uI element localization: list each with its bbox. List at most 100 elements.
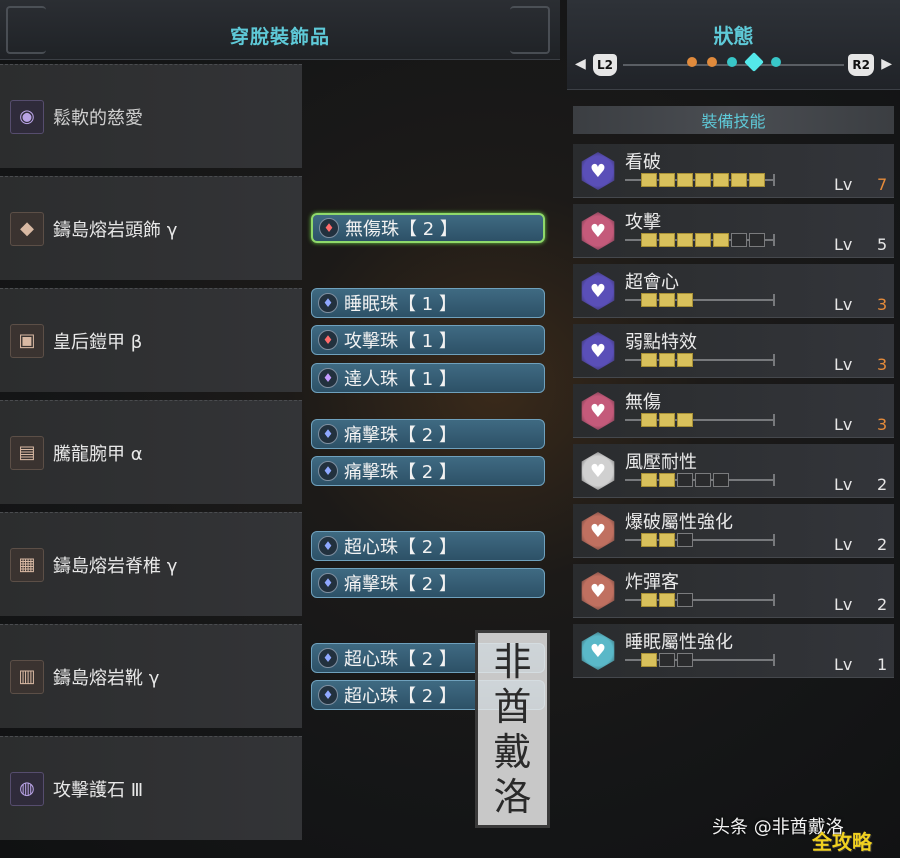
filled-pip bbox=[695, 173, 711, 187]
decoration-name: 痛擊珠【 2 】 bbox=[344, 425, 457, 446]
level-label: Lv bbox=[834, 175, 853, 194]
page-nav: ◀ L2 R2 ▶ bbox=[575, 52, 892, 78]
level-value: 5 bbox=[877, 235, 888, 254]
equipment-name: 攻擊護石 Ⅲ bbox=[53, 779, 144, 801]
level-value: 2 bbox=[877, 595, 888, 614]
bar-end-cap bbox=[773, 174, 775, 186]
decoration-slot[interactable]: ♦ 痛擊珠【 2 】 bbox=[311, 419, 545, 449]
equipment-row[interactable]: ◍ 攻擊護石 Ⅲ bbox=[0, 736, 302, 840]
empty-pip bbox=[677, 533, 693, 547]
equipment-name: 皇后鎧甲 β bbox=[53, 331, 143, 353]
arrow-right-icon[interactable]: ▶ bbox=[881, 56, 892, 72]
decoration-name: 無傷珠【 2 】 bbox=[345, 219, 458, 240]
arm-icon: ▤ bbox=[10, 435, 44, 470]
skill-row[interactable]: ♥ 風壓耐性 Lv 2 bbox=[573, 444, 894, 498]
page-dot-icon[interactable] bbox=[706, 57, 717, 67]
jewel-icon: ♦ bbox=[318, 368, 338, 388]
level-value: 3 bbox=[877, 355, 888, 374]
decoration-slot[interactable]: ♦ 無傷珠【 2 】 bbox=[311, 213, 545, 243]
skill-name: 弱點特效 bbox=[625, 332, 697, 353]
bar-end-cap bbox=[773, 534, 775, 546]
bar-end-cap bbox=[773, 474, 775, 486]
page-dot-icon[interactable] bbox=[743, 52, 764, 72]
level-pips bbox=[641, 173, 765, 187]
level-pips bbox=[641, 233, 765, 247]
filled-pip bbox=[659, 353, 675, 367]
skill-level-bar bbox=[625, 233, 775, 247]
decoration-name: 超心珠【 2 】 bbox=[344, 537, 457, 558]
equipment-row[interactable]: ▣ 皇后鎧甲 β bbox=[0, 288, 302, 392]
jewel-icon: ♦ bbox=[318, 648, 338, 668]
chest-icon: ▣ bbox=[10, 323, 44, 358]
bar-end-cap bbox=[773, 594, 775, 606]
decoration-name: 痛擊珠【 2 】 bbox=[344, 462, 457, 483]
critical-eye-skill-icon: ♥ bbox=[581, 152, 615, 190]
level-label: Lv bbox=[834, 655, 853, 674]
level-label: Lv bbox=[834, 535, 853, 554]
empty-pip bbox=[677, 473, 693, 487]
decoration-slot[interactable]: ♦ 達人珠【 1 】 bbox=[311, 363, 545, 393]
filled-pip bbox=[641, 173, 657, 187]
skill-level-bar bbox=[625, 353, 775, 367]
equipment-row[interactable]: ◉ 鬆軟的慈愛 bbox=[0, 64, 302, 168]
skill-row[interactable]: ♥ 超會心 Lv 3 bbox=[573, 264, 894, 318]
skill-row[interactable]: ♥ 攻擊 Lv 5 bbox=[573, 204, 894, 258]
equipment-row[interactable]: ▥ 鑄島熔岩靴 γ bbox=[0, 624, 302, 728]
decoration-panel-header: 穿脫裝飾品 bbox=[0, 0, 560, 60]
filled-pip bbox=[659, 233, 675, 247]
bar-end-cap bbox=[773, 414, 775, 426]
waist-icon: ▦ bbox=[10, 547, 44, 582]
skill-name: 風壓耐性 bbox=[625, 452, 697, 473]
page-dot-icon[interactable] bbox=[770, 57, 781, 67]
r2-button[interactable]: R2 bbox=[848, 54, 874, 76]
seal-character: 戴 bbox=[493, 729, 532, 774]
skill-name: 超會心 bbox=[625, 272, 679, 293]
filled-pip bbox=[659, 293, 675, 307]
filled-pip bbox=[641, 533, 657, 547]
sleep-attack-skill-icon: ♥ bbox=[581, 632, 615, 670]
skill-level-bar bbox=[625, 413, 775, 427]
decoration-slot[interactable]: ♦ 痛擊珠【 2 】 bbox=[311, 456, 545, 486]
level-pips bbox=[641, 293, 693, 307]
jewel-icon: ♦ bbox=[318, 424, 338, 444]
equipment-row[interactable]: ▦ 鑄島熔岩脊椎 γ bbox=[0, 512, 302, 616]
decoration-slot[interactable]: ♦ 睡眠珠【 1 】 bbox=[311, 288, 545, 318]
filled-pip bbox=[677, 413, 693, 427]
status-panel: 狀態 ◀ L2 R2 ▶ 裝備技能 ♥ 看破 Lv 7 ♥ 攻擊 Lv 5 ♥ 超會心 Lv 3 ♥ 弱點… bbox=[567, 0, 900, 858]
decoration-name: 攻擊珠【 1 】 bbox=[344, 331, 457, 352]
level-pips bbox=[641, 653, 693, 667]
equipment-row[interactable]: ▤ 騰龍腕甲 α bbox=[0, 400, 302, 504]
decoration-slot[interactable]: ♦ 攻擊珠【 1 】 bbox=[311, 325, 545, 355]
empty-pip bbox=[659, 653, 675, 667]
equipment-name: 鑄島熔岩頭飾 γ bbox=[53, 219, 178, 241]
skill-row[interactable]: ♥ 爆破屬性強化 Lv 2 bbox=[573, 504, 894, 558]
skill-row[interactable]: ♥ 炸彈客 Lv 2 bbox=[573, 564, 894, 618]
filled-pip bbox=[677, 173, 693, 187]
skill-level-bar bbox=[625, 293, 775, 307]
filled-pip bbox=[641, 473, 657, 487]
level-pips bbox=[641, 353, 693, 367]
level-label: Lv bbox=[834, 295, 853, 314]
skill-name: 無傷 bbox=[625, 392, 661, 413]
decoration-name: 達人珠【 1 】 bbox=[344, 369, 457, 390]
level-label: Lv bbox=[834, 595, 853, 614]
skill-row[interactable]: ♥ 無傷 Lv 3 bbox=[573, 384, 894, 438]
bar-end-cap bbox=[773, 354, 775, 366]
filled-pip bbox=[713, 173, 729, 187]
filled-pip bbox=[659, 473, 675, 487]
page-dot-icon[interactable] bbox=[726, 57, 737, 67]
filled-pip bbox=[677, 353, 693, 367]
skill-row[interactable]: ♥ 睡眠屬性強化 Lv 1 bbox=[573, 624, 894, 678]
jewel-icon: ♦ bbox=[318, 461, 338, 481]
skill-row[interactable]: ♥ 看破 Lv 7 bbox=[573, 144, 894, 198]
decoration-name: 痛擊珠【 2 】 bbox=[344, 574, 457, 595]
bar-end-cap bbox=[773, 234, 775, 246]
empty-pip bbox=[731, 233, 747, 247]
jewel-icon: ♦ bbox=[318, 536, 338, 556]
page-dot-icon[interactable] bbox=[686, 57, 697, 67]
decoration-slot[interactable]: ♦ 超心珠【 2 】 bbox=[311, 531, 545, 561]
equipment-row[interactable]: ◆ 鑄島熔岩頭飾 γ bbox=[0, 176, 302, 280]
decoration-slot[interactable]: ♦ 痛擊珠【 2 】 bbox=[311, 568, 545, 598]
skill-row[interactable]: ♥ 弱點特效 Lv 3 bbox=[573, 324, 894, 378]
filled-pip bbox=[659, 413, 675, 427]
